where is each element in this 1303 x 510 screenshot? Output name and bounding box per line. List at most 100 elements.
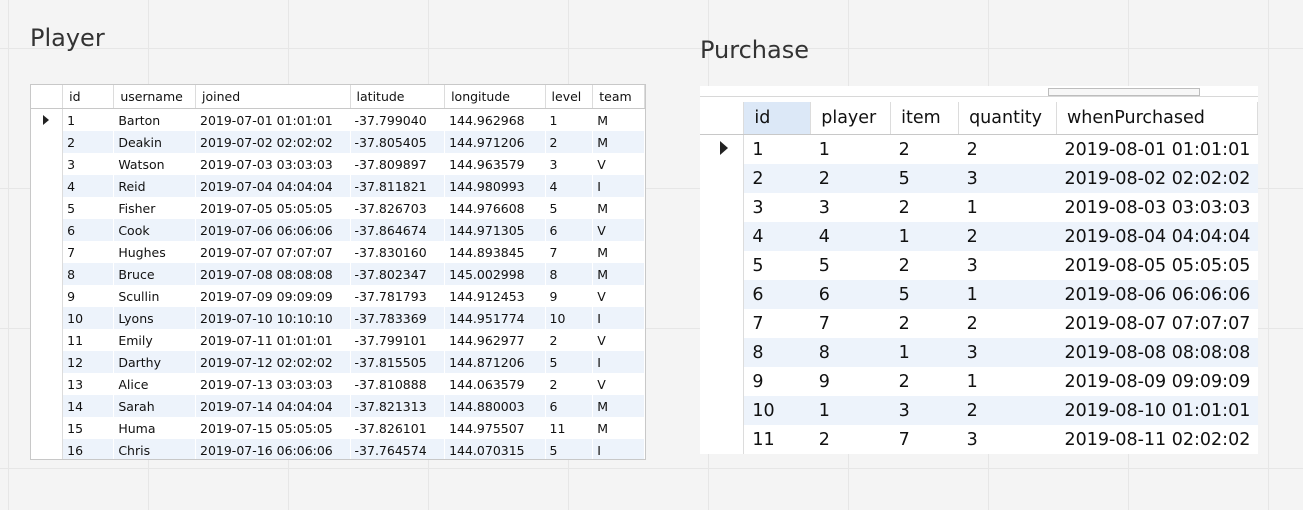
table-cell[interactable]: 2019-07-03 03:03:03 bbox=[195, 153, 351, 175]
table-row[interactable]: 2 2 5 3 2019-08-02 02:02:02 bbox=[700, 164, 1258, 193]
table-cell[interactable]: I bbox=[592, 307, 645, 329]
table-cell[interactable]: 2019-08-07 07:07:07 bbox=[1056, 309, 1258, 338]
table-cell[interactable]: 144.070315 bbox=[444, 439, 546, 459]
row-selector[interactable] bbox=[700, 134, 745, 164]
table-cell[interactable]: 2019-07-12 02:02:02 bbox=[195, 351, 351, 373]
table-cell[interactable]: 2019-08-01 01:01:01 bbox=[1056, 134, 1258, 164]
table-cell[interactable]: -37.815505 bbox=[350, 351, 445, 373]
table-cell[interactable]: 1 bbox=[810, 134, 891, 164]
table-cell[interactable]: 6 bbox=[545, 395, 593, 417]
table-cell[interactable]: -37.830160 bbox=[350, 241, 445, 263]
table-cell[interactable]: 2 bbox=[890, 309, 959, 338]
purchase-row-selector-header[interactable] bbox=[700, 102, 745, 135]
table-cell[interactable]: 1 bbox=[743, 134, 811, 164]
table-cell[interactable]: Watson bbox=[113, 153, 196, 175]
table-cell[interactable]: M bbox=[592, 108, 645, 131]
table-row[interactable]: 16 Chris 2019-07-16 06:06:06 -37.764574 144.… bbox=[31, 439, 645, 459]
table-cell[interactable]: 5 bbox=[545, 439, 593, 459]
table-cell[interactable]: -37.805405 bbox=[350, 131, 445, 153]
table-cell[interactable]: I bbox=[592, 439, 645, 459]
table-cell[interactable]: 9 bbox=[62, 285, 114, 307]
table-cell[interactable]: 13 bbox=[62, 373, 114, 395]
table-cell[interactable]: 144.962968 bbox=[444, 108, 546, 131]
table-cell[interactable]: 1 bbox=[810, 396, 891, 425]
table-cell[interactable]: 1 bbox=[958, 193, 1057, 222]
table-cell[interactable]: 2019-08-04 04:04:04 bbox=[1056, 222, 1258, 251]
table-cell[interactable]: Darthy bbox=[113, 351, 196, 373]
table-cell[interactable]: 2 bbox=[810, 164, 891, 193]
table-cell[interactable]: V bbox=[592, 219, 645, 241]
table-cell[interactable]: 16 bbox=[62, 439, 114, 459]
table-cell[interactable]: 10 bbox=[743, 396, 811, 425]
table-cell[interactable]: 144.975507 bbox=[444, 417, 546, 439]
table-cell[interactable]: 1 bbox=[62, 108, 114, 131]
table-cell[interactable]: Cook bbox=[113, 219, 196, 241]
table-cell[interactable]: 2 bbox=[958, 396, 1057, 425]
table-cell[interactable]: 11 bbox=[545, 417, 593, 439]
table-cell[interactable]: 4 bbox=[743, 222, 811, 251]
table-cell[interactable]: 5 bbox=[890, 164, 959, 193]
player-column-header-7[interactable]: team bbox=[592, 85, 645, 109]
table-cell[interactable]: 144.871206 bbox=[444, 351, 546, 373]
table-cell[interactable]: V bbox=[592, 373, 645, 395]
table-cell[interactable]: Alice bbox=[113, 373, 196, 395]
table-cell[interactable]: 2019-08-08 08:08:08 bbox=[1056, 338, 1258, 367]
table-cell[interactable]: 11 bbox=[743, 425, 811, 454]
table-cell[interactable]: Bruce bbox=[113, 263, 196, 285]
table-row[interactable]: 8 8 1 3 2019-08-08 08:08:08 bbox=[700, 338, 1258, 367]
row-selector[interactable] bbox=[31, 417, 64, 439]
table-row[interactable]: 2 Deakin 2019-07-02 02:02:02 -37.805405 144.… bbox=[31, 131, 645, 153]
table-row[interactable]: 4 Reid 2019-07-04 04:04:04 -37.811821 144.98… bbox=[31, 175, 645, 197]
table-cell[interactable]: -37.764574 bbox=[350, 439, 445, 459]
table-cell[interactable]: 2019-08-06 06:06:06 bbox=[1056, 280, 1258, 309]
player-column-header-1[interactable]: id bbox=[62, 85, 115, 109]
row-selector[interactable] bbox=[700, 425, 745, 454]
table-cell[interactable]: V bbox=[592, 153, 645, 175]
table-cell[interactable]: 6 bbox=[545, 219, 593, 241]
table-cell[interactable]: I bbox=[592, 351, 645, 373]
table-cell[interactable]: 2019-07-13 03:03:03 bbox=[195, 373, 351, 395]
table-cell[interactable]: 144.893845 bbox=[444, 241, 546, 263]
table-row[interactable]: 12 Darthy 2019-07-12 02:02:02 -37.815505 144… bbox=[31, 351, 645, 373]
table-cell[interactable]: 14 bbox=[62, 395, 114, 417]
table-cell[interactable]: 8 bbox=[545, 263, 593, 285]
table-cell[interactable]: M bbox=[592, 241, 645, 263]
purchase-column-header-2[interactable]: player bbox=[810, 102, 892, 135]
row-selector[interactable] bbox=[700, 396, 745, 425]
table-cell[interactable]: 5 bbox=[890, 280, 959, 309]
row-selector[interactable] bbox=[31, 395, 64, 417]
table-cell[interactable]: -37.864674 bbox=[350, 219, 445, 241]
table-cell[interactable]: 3 bbox=[958, 338, 1057, 367]
table-cell[interactable]: 2 bbox=[890, 367, 959, 396]
row-selector[interactable] bbox=[31, 219, 64, 241]
table-cell[interactable]: 144.971206 bbox=[444, 131, 546, 153]
table-cell[interactable]: Deakin bbox=[113, 131, 196, 153]
table-cell[interactable]: 2019-08-02 02:02:02 bbox=[1056, 164, 1258, 193]
table-cell[interactable]: 2 bbox=[545, 131, 593, 153]
row-selector[interactable] bbox=[700, 164, 745, 193]
table-cell[interactable]: 2 bbox=[890, 134, 959, 164]
table-cell[interactable]: 1 bbox=[958, 280, 1057, 309]
player-row-selector-header[interactable] bbox=[31, 85, 64, 109]
table-cell[interactable]: 4 bbox=[810, 222, 891, 251]
table-cell[interactable]: 1 bbox=[545, 108, 593, 131]
player-column-header-3[interactable]: joined bbox=[195, 85, 351, 109]
table-row[interactable]: 9 Scullin 2019-07-09 09:09:09 -37.781793 144… bbox=[31, 285, 645, 307]
table-cell[interactable]: 1 bbox=[890, 338, 959, 367]
table-row[interactable]: 5 5 2 3 2019-08-05 05:05:05 bbox=[700, 251, 1258, 280]
table-cell[interactable]: 2019-07-06 06:06:06 bbox=[195, 219, 351, 241]
row-selector[interactable] bbox=[31, 175, 64, 197]
purchase-column-header-3[interactable]: item bbox=[890, 102, 960, 135]
row-selector[interactable] bbox=[700, 251, 745, 280]
row-selector[interactable] bbox=[700, 309, 745, 338]
table-cell[interactable]: 3 bbox=[743, 193, 811, 222]
table-cell[interactable]: 144.951774 bbox=[444, 307, 546, 329]
row-selector[interactable] bbox=[31, 131, 64, 153]
player-column-header-4[interactable]: latitude bbox=[350, 85, 446, 109]
table-cell[interactable]: M bbox=[592, 263, 645, 285]
table-cell[interactable]: 3 bbox=[890, 396, 959, 425]
row-selector[interactable] bbox=[31, 285, 64, 307]
table-cell[interactable]: 2019-08-03 03:03:03 bbox=[1056, 193, 1258, 222]
table-cell[interactable]: 3 bbox=[958, 251, 1057, 280]
table-cell[interactable]: M bbox=[592, 131, 645, 153]
